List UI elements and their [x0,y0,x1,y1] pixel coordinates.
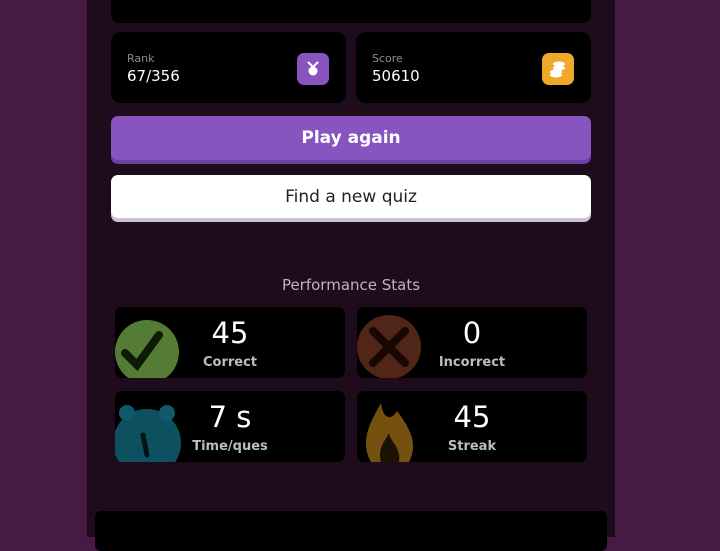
score-label: Score [372,52,403,65]
score-card: Score 50610 [356,32,591,103]
rank-value: 67/356 [127,67,180,85]
find-new-quiz-button[interactable]: Find a new quiz [111,175,591,218]
streak-value: 45 [453,400,491,434]
score-value: 50610 [372,67,420,85]
incorrect-value: 0 [462,316,482,350]
correct-value: 45 [211,316,249,350]
player-card [111,0,591,23]
time-label: Time/ques [192,439,268,454]
streak-label: Streak [447,439,497,454]
coins-icon [542,53,574,85]
rank-card: Rank 67/356 [111,32,346,103]
correct-card: 45 Correct [115,307,345,378]
main-column: Rank 67/356 Score 50610 Play again Find … [87,0,615,551]
play-again-button[interactable]: Play again [111,116,591,160]
time-value: 7 s [208,400,252,434]
incorrect-card: 0 Incorrect [357,307,587,378]
rank-label: Rank [127,52,155,65]
performance-title: Performance Stats [281,276,421,294]
streak-card: 45 Streak [357,391,587,462]
correct-label: Correct [202,355,258,370]
incorrect-label: Incorrect [438,355,506,370]
medal-icon [297,53,329,85]
bottom-panel [95,511,607,551]
time-card: 7 s Time/ques [115,391,345,462]
